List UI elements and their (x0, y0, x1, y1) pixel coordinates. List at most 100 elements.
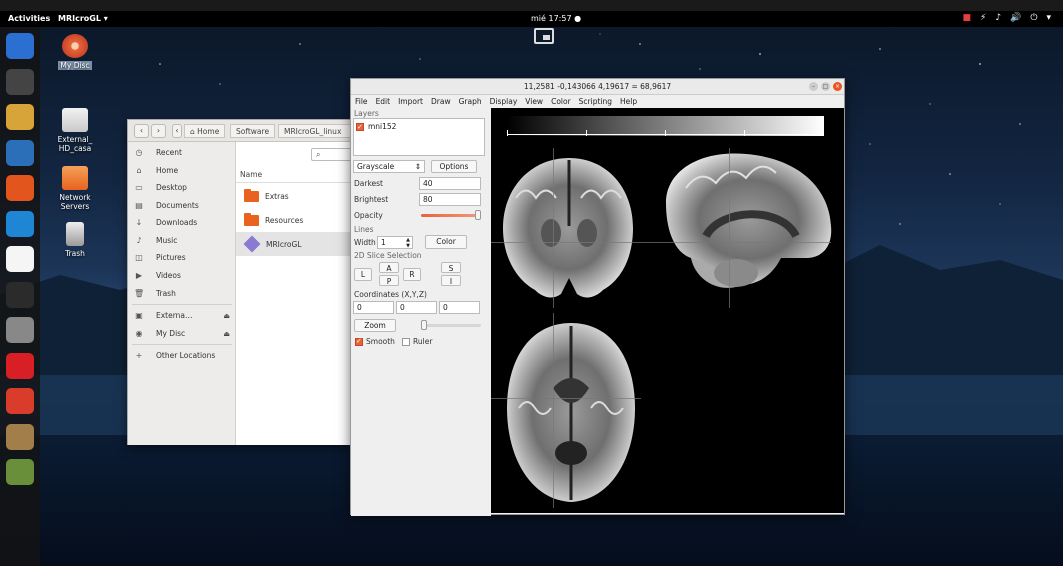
system-tray[interactable]: ■ ⚡ ♪ 🔊 ⏻ ▾ (963, 13, 1051, 23)
forward-button[interactable]: › (151, 124, 166, 138)
file-row-extras[interactable]: Extras (236, 184, 352, 208)
file-row-resources[interactable]: Resources (236, 208, 352, 232)
brightest-input[interactable]: 80 (419, 193, 481, 206)
menu-view[interactable]: View (525, 95, 543, 108)
slice-anterior-button[interactable]: A (379, 262, 399, 273)
close-button[interactable]: × (833, 82, 842, 91)
dock-app-icon[interactable] (6, 388, 34, 414)
sidebar-item-downloads[interactable]: ↓ Downloads (134, 218, 234, 227)
colormap-select[interactable]: Grayscale ⇕ (353, 160, 425, 173)
dock-app-icon[interactable] (6, 33, 34, 59)
breadcrumb-software[interactable]: Software (230, 124, 276, 138)
opacity-slider-handle[interactable] (475, 210, 481, 220)
clock[interactable]: mié 17:57 ● (531, 14, 581, 23)
dock-app-icon[interactable] (6, 104, 34, 130)
window-controls: – □ × (809, 82, 842, 91)
breadcrumb-mricrogl-linux[interactable]: MRIcroGL_linux (278, 124, 354, 138)
dock-app-icon[interactable] (6, 352, 34, 379)
layers-list[interactable]: mni152 (353, 118, 485, 156)
options-button[interactable]: Options (431, 160, 477, 173)
sidebar-item-external[interactable]: ▣ Externa… ⏏ (134, 311, 234, 320)
opacity-slider[interactable] (421, 214, 481, 217)
slice-right-button[interactable]: R (403, 268, 421, 281)
menu-graph[interactable]: Graph (459, 95, 482, 108)
sidebar-item-label: Trash (156, 289, 176, 298)
dock-app-icon[interactable] (6, 210, 34, 237)
file-manager-window[interactable]: ‹ › ‹ ⌂ Home Software MRIcroGL_linux ◷ Re… (127, 119, 354, 445)
sidebar-item-home[interactable]: ⌂ Home (134, 166, 234, 175)
slice-left-button[interactable]: L (354, 268, 372, 281)
sidebar-item-videos[interactable]: ▶ Videos (134, 271, 234, 280)
minimize-button[interactable]: – (809, 82, 818, 91)
coordinate-z-input[interactable]: 0 (439, 301, 480, 314)
accessibility-icon[interactable]: ⚡ (980, 13, 986, 23)
eject-icon[interactable]: ⏏ (223, 330, 230, 338)
sidebar-item-music[interactable]: ♪ Music (134, 236, 234, 245)
slice-posterior-button[interactable]: P (379, 275, 399, 286)
width-spinbox[interactable]: 1 ▲ ▼ (377, 236, 413, 249)
menu-edit[interactable]: Edit (376, 95, 391, 108)
slice-superior-button[interactable]: S (441, 262, 461, 273)
layer-row[interactable]: mni152 (356, 121, 396, 133)
sidebar-item-my-disc[interactable]: ◉ My Disc ⏏ (134, 329, 234, 338)
menu-import[interactable]: Import (398, 95, 423, 108)
sagittal-slice (666, 153, 832, 288)
menu-color[interactable]: Color (551, 95, 571, 108)
dock-app-icon[interactable] (6, 175, 34, 201)
line-color-button[interactable]: Color (425, 235, 467, 249)
layer-visible-checkbox[interactable] (356, 122, 364, 133)
dock-app-icon[interactable] (6, 459, 34, 485)
menu-draw[interactable]: Draw (431, 95, 451, 108)
smooth-checkbox[interactable] (355, 337, 363, 346)
sidebar-item-desktop[interactable]: ▭ Desktop (134, 183, 234, 192)
width-label: Width (354, 238, 376, 247)
record-icon[interactable]: ■ (963, 13, 972, 23)
mri-viewer[interactable] (491, 108, 844, 513)
slice-inferior-button[interactable]: I (441, 275, 461, 286)
sidebar-item-trash[interactable]: 🗑 Trash (134, 289, 234, 298)
desktop-icon-trash[interactable]: Trash (45, 222, 105, 258)
zoom-slider[interactable] (421, 324, 481, 327)
window-titlebar[interactable]: 11,2581 -0,143066 4,19617 = 68,9617 – □ … (351, 79, 844, 95)
desktop-icon-external-hd[interactable]: External_ HD_casa (45, 108, 105, 153)
chevron-down-icon[interactable]: ▾ (1046, 13, 1051, 23)
activities-button[interactable]: Activities (8, 14, 50, 23)
sidebar-item-label: Desktop (156, 183, 187, 192)
zoom-button[interactable]: Zoom (354, 319, 396, 332)
menu-display[interactable]: Display (490, 95, 518, 108)
sidebar-item-other-locations[interactable]: + Other Locations (134, 351, 234, 360)
dock-app-icon[interactable] (6, 423, 34, 450)
volume-icon[interactable]: 🔊 (1010, 13, 1021, 23)
eject-icon[interactable]: ⏏ (223, 312, 230, 320)
dock-app-icon[interactable] (6, 139, 34, 166)
network-icon[interactable]: ♪ (995, 13, 1001, 23)
picture-in-picture-icon[interactable] (534, 28, 554, 44)
column-header-name[interactable]: Name (240, 170, 262, 179)
app-menu[interactable]: MRIcroGL ▾ (58, 14, 108, 23)
zoom-slider-handle[interactable] (421, 320, 427, 330)
coordinate-y-input[interactable]: 0 (396, 301, 437, 314)
search-button[interactable]: ⌕ (311, 148, 351, 161)
breadcrumb-home[interactable]: ⌂ Home (184, 124, 226, 138)
desktop-icon-my-disc[interactable]: My Disc (45, 34, 105, 70)
dock-app-icon[interactable] (6, 317, 34, 343)
dock-app-icon[interactable] (6, 68, 34, 95)
ruler-checkbox[interactable] (402, 338, 410, 346)
path-left-button[interactable]: ‹ (172, 124, 182, 138)
desktop-icon-network-servers[interactable]: Network Servers (45, 166, 105, 211)
maximize-button[interactable]: □ (821, 82, 830, 91)
sidebar-item-documents[interactable]: ▤ Documents (134, 201, 234, 210)
menu-help[interactable]: Help (620, 95, 637, 108)
sidebar-item-pictures[interactable]: ◫ Pictures (134, 253, 234, 262)
darkest-input[interactable]: 40 (419, 177, 481, 190)
file-row-mricrogl[interactable]: MRIcroGL (236, 232, 352, 256)
dock-app-icon[interactable] (6, 246, 34, 272)
mricrogl-window[interactable]: 11,2581 -0,143066 4,19617 = 68,9617 – □ … (350, 78, 845, 516)
coordinate-x-input[interactable]: 0 (353, 301, 394, 314)
sidebar-item-recent[interactable]: ◷ Recent (134, 148, 234, 157)
back-button[interactable]: ‹ (134, 124, 149, 138)
menu-file[interactable]: File (355, 95, 368, 108)
power-icon[interactable]: ⏻ (1030, 13, 1037, 23)
menu-scripting[interactable]: Scripting (579, 95, 612, 108)
dock-app-icon[interactable] (6, 281, 34, 308)
